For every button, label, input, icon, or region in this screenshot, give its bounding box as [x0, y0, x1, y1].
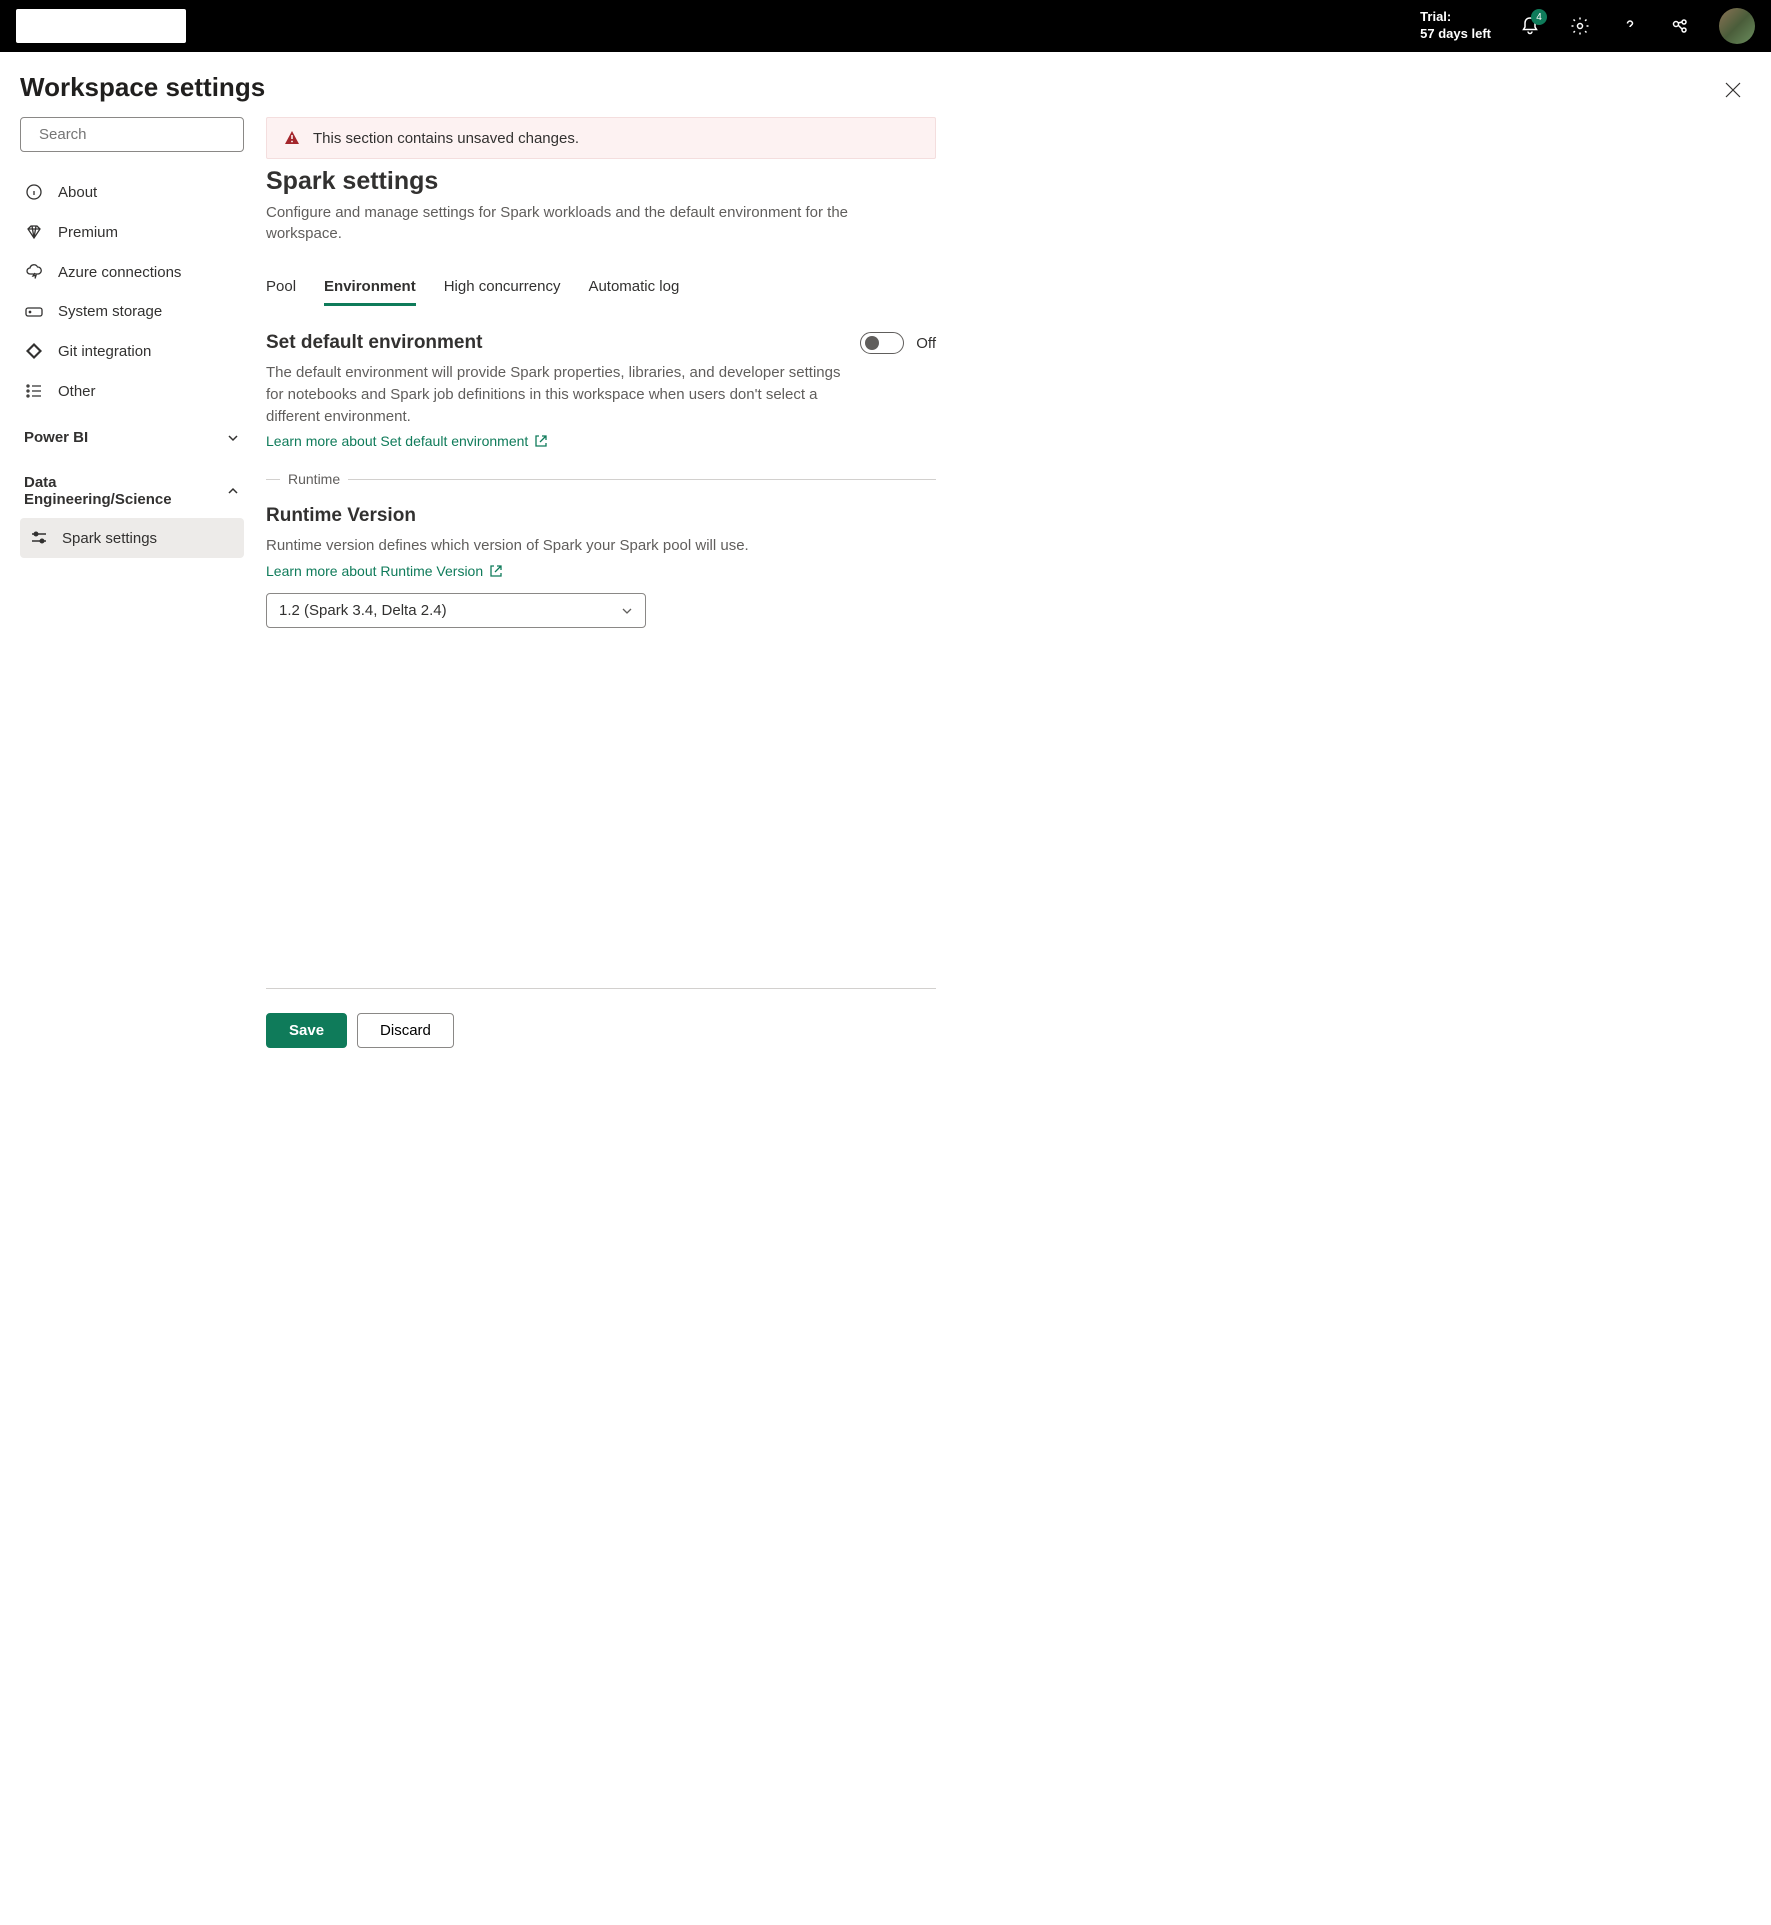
sidebar-item-label: Azure connections: [58, 264, 181, 281]
external-link-icon: [489, 564, 503, 578]
tab-environment[interactable]: Environment: [324, 270, 416, 306]
runtime-version-desc: Runtime version defines which version of…: [266, 535, 846, 557]
sidebar-item-azure[interactable]: Azure connections: [20, 252, 244, 292]
runtime-version-title: Runtime Version: [266, 505, 936, 527]
app-switcher[interactable]: [16, 9, 186, 43]
runtime-version-select[interactable]: 1.2 (Spark 3.4, Delta 2.4): [266, 593, 646, 628]
runtime-learn-link[interactable]: Learn more about Runtime Version: [266, 563, 503, 579]
sidebar-item-label: Git integration: [58, 343, 151, 360]
top-bar: Trial: 57 days left 4: [0, 0, 1771, 52]
list-icon: [24, 382, 44, 400]
sidebar-item-about[interactable]: About: [20, 172, 244, 212]
sidebar-item-spark-settings[interactable]: Spark settings: [20, 518, 244, 558]
discard-button[interactable]: Discard: [357, 1013, 454, 1048]
chevron-down-icon: [621, 605, 633, 617]
avatar[interactable]: [1719, 8, 1755, 44]
sidebar: About Premium Azure connections System s…: [20, 117, 244, 1072]
chevron-down-icon: [226, 431, 240, 445]
search-input[interactable]: [39, 126, 238, 143]
info-icon: [24, 183, 44, 201]
default-env-desc: The default environment will provide Spa…: [266, 362, 846, 427]
sidebar-item-label: Premium: [58, 224, 118, 241]
git-icon: [24, 342, 44, 360]
toggle-state-label: Off: [916, 335, 936, 352]
sidebar-item-label: System storage: [58, 303, 162, 320]
spark-settings-desc: Configure and manage settings for Spark …: [266, 202, 886, 244]
trial-info: Trial: 57 days left: [1420, 9, 1491, 43]
notifications-icon[interactable]: 4: [1519, 15, 1541, 37]
chevron-up-icon: [226, 484, 240, 498]
notification-badge: 4: [1531, 9, 1547, 25]
sliders-icon: [30, 529, 48, 547]
default-env-toggle[interactable]: [860, 332, 904, 354]
default-env-title: Set default environment: [266, 332, 482, 354]
sidebar-item-label: Spark settings: [62, 530, 157, 547]
sidebar-group-powerbi[interactable]: Power BI: [20, 419, 244, 456]
close-button[interactable]: [1719, 76, 1747, 104]
settings-icon[interactable]: [1569, 15, 1591, 37]
external-link-icon: [534, 434, 548, 448]
save-button[interactable]: Save: [266, 1013, 347, 1048]
runtime-fieldset: Runtime: [266, 471, 936, 487]
spark-tabs: Pool Environment High concurrency Automa…: [266, 270, 936, 306]
main-content: This section contains unsaved changes. S…: [266, 117, 936, 1072]
cloud-icon: [24, 263, 44, 281]
feedback-icon[interactable]: [1669, 15, 1691, 37]
warning-icon: [283, 129, 301, 147]
sidebar-item-label: Other: [58, 383, 96, 400]
tab-high-concurrency[interactable]: High concurrency: [444, 270, 561, 306]
unsaved-changes-alert: This section contains unsaved changes.: [266, 117, 936, 159]
spark-settings-title: Spark settings: [266, 167, 936, 196]
search-box[interactable]: [20, 117, 244, 152]
page-title: Workspace settings: [20, 72, 1747, 103]
sidebar-item-premium[interactable]: Premium: [20, 212, 244, 252]
sidebar-item-storage[interactable]: System storage: [20, 292, 244, 331]
sidebar-item-git[interactable]: Git integration: [20, 331, 244, 371]
storage-icon: [24, 306, 44, 318]
tab-pool[interactable]: Pool: [266, 270, 296, 306]
default-env-learn-link[interactable]: Learn more about Set default environment: [266, 433, 548, 449]
tab-automatic-log[interactable]: Automatic log: [588, 270, 679, 306]
sidebar-item-other[interactable]: Other: [20, 371, 244, 411]
footer-actions: Save Discard: [266, 988, 936, 1072]
diamond-icon: [24, 223, 44, 241]
sidebar-item-label: About: [58, 184, 97, 201]
help-icon[interactable]: [1619, 15, 1641, 37]
sidebar-group-datasci[interactable]: Data Engineering/Science: [20, 464, 244, 518]
